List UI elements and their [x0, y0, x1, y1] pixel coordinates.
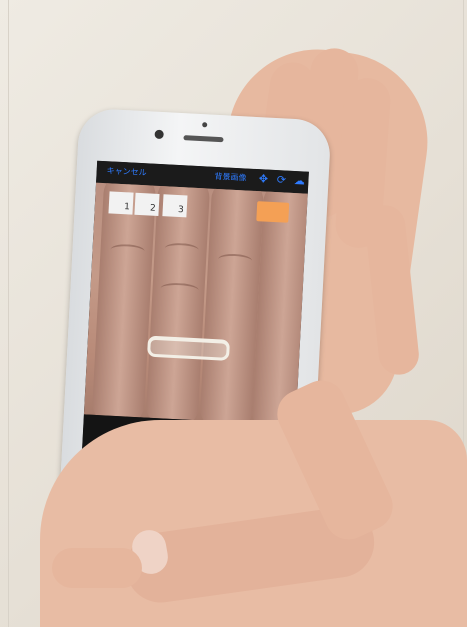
action-button[interactable] — [256, 201, 290, 223]
move-icon[interactable]: ✥ — [256, 172, 271, 187]
size-marker-2[interactable]: 2 — [134, 192, 160, 216]
front-sensor — [202, 122, 208, 128]
camera-preview: 1 2 3 — [83, 182, 308, 426]
background-image-button[interactable]: 背景画像 — [214, 171, 247, 184]
rotate-icon[interactable]: ⟳ — [274, 173, 289, 188]
cloud-icon[interactable]: ☁ — [292, 174, 307, 189]
earpiece-speaker — [183, 135, 224, 143]
ring-overlay[interactable] — [147, 335, 231, 361]
cancel-button[interactable]: キャンセル — [106, 165, 147, 178]
front-camera — [154, 129, 164, 140]
holding-finger — [52, 548, 142, 588]
size-marker-1[interactable]: 1 — [108, 191, 134, 215]
size-marker-3[interactable]: 3 — [162, 194, 188, 218]
